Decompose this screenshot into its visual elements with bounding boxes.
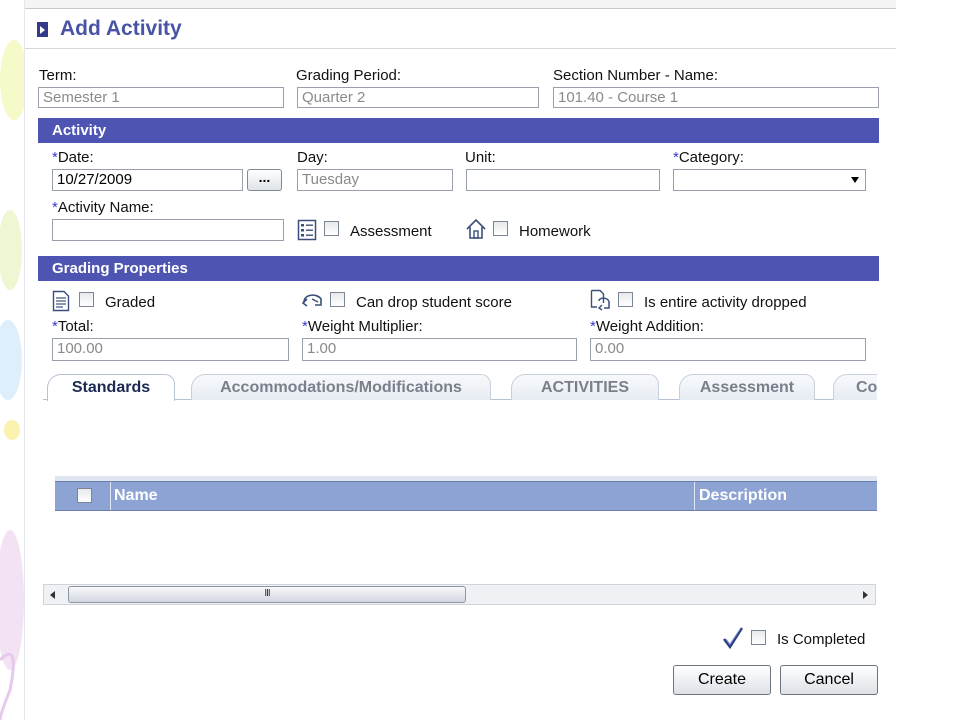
date-label: *Date: [52, 149, 94, 166]
day-label: Day: [297, 149, 328, 166]
tab-standards[interactable]: Standards [47, 374, 175, 401]
weight-addition-label-text: Weight Addition: [595, 318, 704, 335]
date-picker-button[interactable]: ... [247, 169, 282, 191]
scroll-left-icon[interactable] [50, 591, 56, 599]
checkmark-icon [723, 627, 744, 650]
scroll-right-icon[interactable] [863, 591, 869, 599]
title-divider [25, 48, 896, 49]
unit-input[interactable] [466, 169, 660, 191]
section-field: 101.40 - Course 1 [553, 87, 879, 108]
term-field: Semester 1 [38, 87, 284, 108]
create-button[interactable]: Create [673, 665, 771, 695]
is-completed-checkbox[interactable] [751, 630, 766, 645]
is-completed-label: Is Completed [777, 631, 866, 648]
tab-accommodations[interactable]: Accommodations/Modifications [191, 374, 491, 400]
house-icon [466, 218, 486, 239]
weight-addition-label: *Weight Addition: [590, 318, 704, 335]
add-activity-panel: Add Activity Term: Semester 1 Grading Pe… [24, 0, 896, 720]
cancel-button[interactable]: Cancel [780, 665, 878, 695]
tab-comm[interactable]: Comm [833, 374, 877, 400]
horizontal-scrollbar[interactable]: III [43, 584, 876, 605]
activity-name-label-text: Activity Name: [57, 199, 154, 216]
activity-name-label: *Activity Name: [52, 199, 154, 216]
drop-score-icon [301, 294, 322, 307]
total-label-text: Total: [57, 318, 94, 335]
tab-assessment[interactable]: Assessment [679, 374, 815, 400]
can-drop-checkbox[interactable] [330, 292, 345, 307]
title-row: Add Activity [37, 16, 182, 42]
assessment-label: Assessment [350, 223, 432, 240]
grading-section-bar: Grading Properties [38, 256, 879, 281]
column-header-description[interactable]: Description [699, 482, 787, 510]
category-label-text: Category: [678, 149, 744, 166]
grading-period-field: Quarter 2 [297, 87, 539, 108]
column-divider [694, 482, 695, 510]
section-label: Section Number - Name: [553, 67, 719, 84]
activity-section-bar: Activity [38, 118, 879, 143]
homework-checkbox[interactable] [493, 221, 508, 236]
date-input[interactable]: 10/27/2009 [52, 169, 243, 191]
total-label: *Total: [52, 318, 94, 335]
grading-period-label: Grading Period: [296, 67, 402, 84]
scrollbar-thumb[interactable]: III [68, 586, 466, 603]
total-input[interactable]: 100.00 [52, 338, 289, 361]
page-title: Add Activity [60, 17, 182, 40]
assessment-checkbox[interactable] [324, 221, 339, 236]
tab-strip: Standards Accommodations/Modifications A… [43, 372, 877, 402]
term-label: Term: [39, 67, 77, 84]
column-header-name[interactable]: Name [114, 482, 158, 510]
column-divider [110, 482, 111, 510]
entire-dropped-label: Is entire activity dropped [644, 294, 807, 311]
weight-multiplier-input[interactable]: 1.00 [302, 338, 577, 361]
unit-label: Unit: [465, 149, 496, 166]
activity-name-input[interactable] [52, 219, 284, 241]
homework-label: Homework [519, 223, 591, 240]
weight-addition-input[interactable]: 0.00 [590, 338, 866, 361]
top-border [25, 0, 896, 9]
day-field: Tuesday [297, 169, 453, 191]
weight-multiplier-label-text: Weight Multiplier: [307, 318, 423, 335]
chevron-down-icon [851, 177, 859, 183]
list-icon [297, 219, 317, 241]
date-label-text: Date: [57, 149, 94, 166]
select-all-checkbox[interactable] [77, 488, 92, 503]
entire-dropped-checkbox[interactable] [618, 292, 633, 307]
grid-header: Name Description [55, 481, 877, 511]
activity-drop-icon [590, 289, 610, 311]
category-label: *Category: [673, 149, 744, 166]
tab-activities[interactable]: ACTIVITIES [511, 374, 659, 400]
weight-multiplier-label: *Weight Multiplier: [302, 318, 423, 335]
graded-label: Graded [105, 294, 156, 311]
can-drop-label: Can drop student score [356, 294, 512, 311]
graded-checkbox[interactable] [79, 292, 94, 307]
category-select[interactable] [673, 169, 866, 191]
document-icon [52, 290, 70, 312]
collapse-arrow-icon[interactable] [37, 21, 48, 37]
